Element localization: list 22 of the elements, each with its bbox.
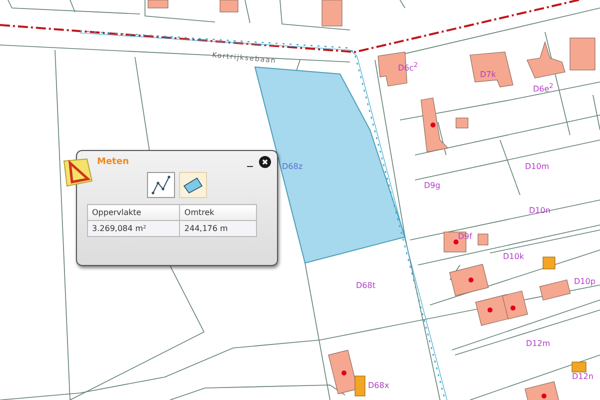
column-header: Oppervlakte <box>88 204 180 220</box>
table-cell: 244,176 m <box>180 220 256 236</box>
parcel-label: D12n <box>572 373 594 381</box>
parcel-label: D10p <box>574 278 596 286</box>
parcel-label: D9f <box>458 233 472 241</box>
close-icon[interactable] <box>259 156 271 168</box>
parcel-label: D6c$^{2}$ <box>398 62 418 73</box>
parcel-label: D68x <box>368 382 390 390</box>
parcel-label: D68t <box>356 282 376 290</box>
distance-measure-button[interactable] <box>147 172 175 198</box>
area-measure-button[interactable] <box>179 172 207 198</box>
table-cell: 3.269,084 m² <box>88 220 180 236</box>
parcel-label: D10m <box>525 163 550 171</box>
parcel-label: D9g <box>424 182 440 190</box>
parcel-label: D6e$^{2}$ <box>533 83 554 94</box>
parcel-label: D12m <box>526 340 550 348</box>
parcel-label: D7k <box>480 71 496 79</box>
parcel-label: D10k <box>503 253 524 261</box>
dialog-title: Meten <box>97 157 130 167</box>
parcel-label: D10n <box>529 207 550 215</box>
parcel-label: D68z <box>282 163 303 171</box>
column-header: Omtrek <box>180 204 256 220</box>
